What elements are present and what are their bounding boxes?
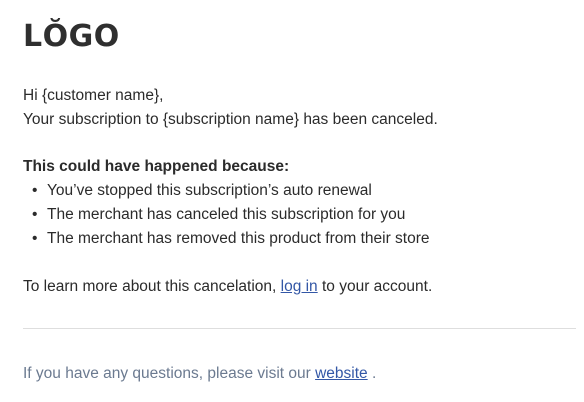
greeting-block: Hi {customer name}, Your subscription to… xyxy=(23,84,438,132)
logo-text: LŎGO xyxy=(23,19,120,54)
website-link[interactable]: website xyxy=(315,365,368,382)
logo: LŎGO xyxy=(23,22,120,52)
learn-more-prefix: To learn more about this cancelation, xyxy=(23,278,281,295)
footer-suffix: . xyxy=(367,365,377,382)
footer-prefix: If you have any questions, please visit … xyxy=(23,365,316,382)
divider xyxy=(23,328,576,329)
reason-text: You’ve stopped this subscription’s auto … xyxy=(47,182,372,199)
log-in-link[interactable]: log in xyxy=(281,278,318,295)
reason-text: The merchant has canceled this subscript… xyxy=(47,206,406,223)
reasons-list: • You’ve stopped this subscription’s aut… xyxy=(23,179,430,251)
cancellation-message: Your subscription to {subscription name}… xyxy=(23,111,438,128)
bullet-icon: • xyxy=(32,230,38,247)
list-item: • The merchant has removed this product … xyxy=(23,227,430,251)
learn-more-text: To learn more about this cancelation, lo… xyxy=(23,275,432,299)
reason-text: The merchant has removed this product fr… xyxy=(47,230,430,247)
learn-more-suffix: to your account. xyxy=(317,278,433,295)
reasons-heading: This could have happened because: xyxy=(23,158,290,175)
bullet-icon: • xyxy=(32,206,38,223)
footer-text: If you have any questions, please visit … xyxy=(23,362,376,386)
bullet-icon: • xyxy=(32,182,38,199)
list-item: • You’ve stopped this subscription’s aut… xyxy=(23,179,430,203)
greeting-line: Hi {customer name}, xyxy=(23,87,164,104)
list-item: • The merchant has canceled this subscri… xyxy=(23,203,430,227)
